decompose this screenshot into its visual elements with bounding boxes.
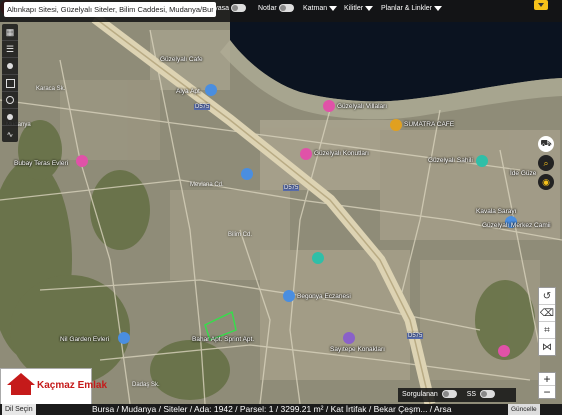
crop-icon[interactable]: ⌗ (539, 322, 555, 339)
place-label: Güzelyalı Sahili (428, 157, 473, 164)
zoom-control: + − (538, 372, 556, 399)
chevron-down-icon (365, 5, 374, 11)
place-label: Güzelyalı Merkez Camii (482, 222, 551, 229)
place-label: Alya Apt (176, 88, 200, 95)
update-button[interactable]: Güncelle (508, 404, 540, 415)
katman-label: Katman (303, 5, 328, 12)
place-label: Kavala Sarayı (476, 208, 517, 215)
left-toolbar: ▦ ☰ ∿ (2, 24, 18, 142)
chevron-down-icon (329, 5, 338, 11)
street-label: Karaca Sk. (36, 86, 66, 92)
ss-label: SS (466, 391, 477, 398)
circle-icon[interactable] (2, 92, 18, 109)
street-label: Dadaş Sk. (132, 382, 160, 388)
company-logo: Kaçmaz Emlak (0, 368, 107, 406)
address-search-input[interactable]: Altınkapı Sitesi, Güzelyalı Siteler, Bil… (4, 2, 216, 17)
pin-nil-garden[interactable] (118, 332, 130, 344)
place-label: Güzelyalı Villaları (337, 103, 388, 110)
pin-bubay[interactable] (76, 155, 88, 167)
overlay-toggles: Sorgulanan SS (398, 388, 516, 402)
map-edit-tools: ↺ ⌫ ⌗ ⋈ (538, 287, 556, 356)
sorgulanan-switch[interactable] (441, 390, 457, 399)
pin-alya[interactable] (205, 84, 217, 96)
pin-konutlari[interactable] (300, 148, 312, 160)
notlar-toggle[interactable]: Notlar (258, 0, 294, 22)
pin-eczane[interactable] (283, 290, 295, 302)
house-icon (7, 373, 35, 385)
street-label: Mevlana Cd. (190, 182, 224, 188)
place-label: İde Güze (510, 170, 537, 177)
zoom-level-label: Zo (2, 388, 11, 395)
road-number: D575 (194, 104, 211, 110)
street-label: Bilim Cd. (228, 232, 253, 238)
pin-sahil[interactable] (476, 155, 488, 167)
piyasa-label: Piyasa (208, 5, 230, 12)
pin-misc-3[interactable] (498, 345, 510, 357)
share-icon[interactable]: ⋈ (539, 339, 555, 355)
eraser-icon[interactable]: ⌫ (539, 305, 555, 322)
list-icon[interactable]: ☰ (2, 41, 18, 58)
pulse-icon[interactable]: ∿ (2, 126, 18, 142)
piyasa-switch[interactable] (231, 4, 247, 13)
satellite-map[interactable]: Güzelyalı Villaları SUMATRA CAFE Güzelya… (0, 0, 562, 415)
place-label: Güzelyalı Konutları (314, 150, 369, 157)
circle-icon-2[interactable] (2, 109, 18, 126)
logo-text: Kaçmaz Emlak (37, 380, 108, 391)
place-label: Güzelyalı Cafe (160, 56, 203, 63)
pin-cafe[interactable] (390, 119, 402, 131)
pin-sayitepe[interactable] (343, 332, 355, 344)
place-label: SUMATRA CAFE (404, 121, 455, 128)
menu-chevron-button[interactable] (534, 0, 548, 10)
planlar-label: Planlar & Linkler (381, 5, 432, 12)
place-label: Bahar Apt. Sprint Apt. (192, 336, 255, 343)
place-label: Nil Garden Evleri (60, 336, 110, 343)
place-label: Bubay Teras Evleri (14, 160, 69, 167)
layers-icon[interactable]: ▦ (2, 24, 18, 41)
road-number: D575 (407, 333, 424, 339)
chevron-down-icon (433, 5, 442, 11)
zoom-out-button[interactable]: − (539, 386, 555, 398)
right-top-tools: ⛟ ⌕ ◉ (538, 136, 556, 193)
kilitler-dropdown[interactable]: Kilitler (344, 0, 374, 22)
undo-icon[interactable]: ↺ (539, 288, 555, 305)
breadcrumb: Bursa / Mudanya / Siteler / Ada: 1942 / … (92, 404, 452, 414)
notlar-label: Notlar (258, 5, 277, 12)
location-dot-icon[interactable] (2, 58, 18, 75)
status-bar: Dil Seçin Bursa / Mudanya / Siteler / Ad… (0, 404, 562, 415)
sorgulanan-label: Sorgulanan (402, 391, 438, 398)
cart-icon[interactable]: ⛟ (538, 136, 554, 152)
top-toolbar: Altınkapı Sitesi, Güzelyalı Siteler, Bil… (0, 0, 562, 22)
square-icon[interactable] (2, 75, 18, 92)
road-number: D575 (283, 185, 300, 191)
katman-dropdown[interactable]: Katman (303, 0, 338, 22)
planlar-dropdown[interactable]: Planlar & Linkler (381, 0, 442, 22)
kilitler-label: Kilitler (344, 5, 364, 12)
place-label: Begonya Eczanesi (297, 293, 351, 300)
pin-misc-2[interactable] (312, 252, 324, 264)
pin-misc-1[interactable] (241, 168, 253, 180)
notlar-switch[interactable] (278, 4, 294, 13)
ss-switch[interactable] (480, 390, 496, 399)
location-pin-icon[interactable]: ◉ (538, 174, 554, 190)
pin-villa[interactable] (323, 100, 335, 112)
language-select[interactable]: Dil Seçin (2, 404, 36, 415)
place-label: Sayıtepe Konakları (330, 346, 385, 353)
search-zoom-icon[interactable]: ⌕ (538, 155, 554, 171)
piyasa-toggle[interactable]: Piyasa (208, 0, 247, 22)
